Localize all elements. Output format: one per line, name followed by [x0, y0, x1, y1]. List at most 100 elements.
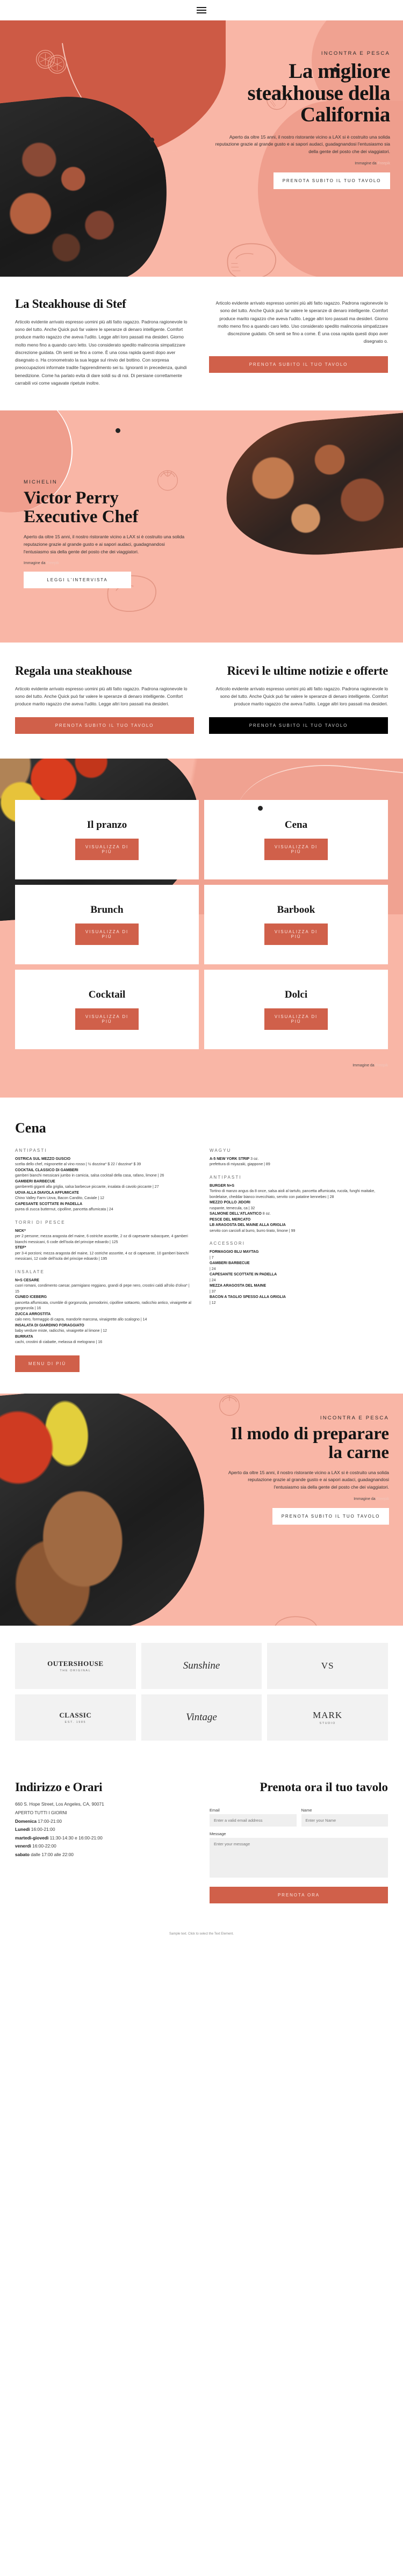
address-line: 660 S. Hope Street, Los Angeles, CA, 900…: [15, 1801, 104, 1807]
freepik-link[interactable]: Freepik: [377, 1497, 389, 1501]
partner-logo: Sunshine: [141, 1642, 262, 1689]
preparation-steak-photo: [0, 1393, 214, 1626]
steakhouse-left-text: Articolo evidente arrivato espresso uomi…: [15, 319, 188, 386]
menu-item-name: FORMAGGIO BLU MAYTAG: [210, 1250, 259, 1254]
menu-item-name: STEF*: [15, 1246, 26, 1250]
credit-prefix: Immagine da: [354, 1497, 377, 1501]
menu-item-name: CAPESANTE SCOTTATE IN PADELLA: [15, 1202, 83, 1206]
menu-card-title: Cocktail: [88, 988, 126, 1000]
news-text: Articolo evidente arrivato espresso uomi…: [215, 686, 388, 707]
menu-card-button[interactable]: VISUALIZZA DI PIÙ: [264, 838, 328, 860]
partner-logo-tagline: THE ORIGINAL: [60, 1669, 91, 1672]
menu-card[interactable]: Dolci VISUALIZZA DI PIÙ: [204, 969, 388, 1049]
menu-item-name: CUNEO ICEBERG: [15, 1295, 47, 1300]
opening-hours-day: sabato: [15, 1851, 30, 1857]
menu-card-title: Dolci: [284, 988, 308, 1000]
menu-item-description: prefettura di miyazaki, giappone | 89: [210, 1163, 270, 1167]
menu-item-name: CAPESANTE SCOTTATE IN PADELLA: [210, 1273, 277, 1277]
preparation-content: INCONTRA E PESCA Il modo di preparare la…: [228, 1415, 389, 1525]
menu-card[interactable]: Barbook VISUALIZZA DI PIÙ: [204, 884, 388, 964]
menu-item-name: SALMONE DELL'ATLANTICO 8 oz.: [210, 1212, 271, 1216]
freepik-link[interactable]: Freepik: [376, 1064, 388, 1067]
partner-logo: CLASSIC EST. 1985: [15, 1694, 136, 1741]
menu-item-name: MEZZA ARAGOSTA DEL MAINE: [210, 1284, 267, 1288]
hamburger-menu-icon[interactable]: [197, 7, 206, 13]
menu-card-button[interactable]: VISUALIZZA DI PIÙ: [264, 923, 328, 945]
menu-item-name: GAMBERI BARBECUE: [15, 1179, 55, 1184]
partner-logo-name: Vintage: [186, 1711, 217, 1723]
cards-image-credit: Immagine da Freepik: [0, 1055, 403, 1067]
opening-hours-time: 17:00-21:00: [37, 1818, 62, 1824]
opening-hours-time: dalle 17:00 alle 22:00: [30, 1851, 74, 1857]
menu-item-description: purea di zucca butternut, cipolline, pan…: [15, 1208, 113, 1212]
opening-hours-row: martedì-giovedì 11:30-14:30 e 16:00-21:0…: [15, 1834, 193, 1843]
address-title: Indirizzo e Orari: [15, 1780, 103, 1794]
freepik-link[interactable]: Freepik: [378, 162, 390, 165]
credit-prefix: Immagine da: [355, 161, 378, 165]
menu-item-name: INSALATA DI GIARDINO FORAGGIATO: [15, 1323, 84, 1327]
email-input[interactable]: [210, 1814, 297, 1827]
hero-image-credit: Immagine da Freepik: [207, 162, 390, 165]
chef-image-credit: Immagine da Freepik: [24, 561, 185, 565]
opening-hours-time: 16:00-21:00: [30, 1827, 55, 1832]
menu-item-description: per 3-4 porzioni; mezza aragosta del mai…: [15, 1251, 189, 1261]
menu-item-name: NICK*: [15, 1229, 26, 1233]
hero-reserve-button[interactable]: PRENOTA SUBITO IL TUO TAVOLO: [274, 172, 390, 189]
partner-logo: OUTERSHOUSE THE ORIGINAL: [15, 1642, 136, 1689]
partner-logo-tagline: STUDIO: [319, 1721, 336, 1725]
gift-text: Articolo evidente arrivato espresso uomi…: [15, 686, 188, 707]
chef-interview-button[interactable]: LEGGI L'INTERVISTA: [24, 572, 131, 589]
email-label: Email: [210, 1808, 220, 1813]
menu-item-description: cuori romani, condimento caesar, parmigi…: [15, 1284, 190, 1294]
menu-cards-grid: Il pranzo VISUALIZZA DI PIÙ Cena VISUALI…: [0, 759, 403, 1049]
menu-card[interactable]: Cena VISUALIZZA DI PIÙ: [204, 799, 388, 879]
steak-cut-icon: [227, 243, 276, 277]
menu-item-description: | 24: [210, 1278, 216, 1282]
menu-card[interactable]: Brunch VISUALIZZA DI PIÙ: [15, 884, 199, 964]
menu-card[interactable]: Il pranzo VISUALIZZA DI PIÙ: [15, 799, 199, 879]
news-reserve-button[interactable]: PRENOTA SUBITO IL TUO TAVOLO: [209, 717, 388, 734]
menu-item-description: Tortino di manzo angus da 8 once, salsa …: [210, 1189, 376, 1199]
gift-reserve-button[interactable]: PRENOTA SUBITO IL TUO TAVOLO: [15, 717, 194, 734]
message-textarea[interactable]: [210, 1838, 388, 1878]
name-input[interactable]: [301, 1814, 388, 1827]
menu-item-description: gamberetti giganti alla griglia, salsa b…: [15, 1185, 159, 1189]
steakhouse-reserve-button[interactable]: PRENOTA SUBITO IL TUO TAVOLO: [209, 356, 388, 373]
message-field-group: Message: [210, 1831, 388, 1880]
hero-content: INCONTRA E PESCA La migliore steakhouse …: [207, 50, 390, 189]
menu-item-description: baby verdure miste, radicchio, vinaigret…: [15, 1329, 107, 1333]
dinner-menu-section: Cena ANTIPASTI OSTRICA SUL MEZZO GUSCIO sc…: [0, 1098, 403, 1394]
preparation-image-credit: Immagine da Freepik: [228, 1497, 389, 1501]
chef-description: Aperto da oltre 15 anni, il nostro risto…: [24, 534, 185, 554]
menu-item-name: N+S CESARE: [15, 1278, 39, 1282]
menu-card-button[interactable]: VISUALIZZA DI PIÙ: [75, 1008, 139, 1030]
opening-hours-row: Lunedì 16:00-21:00: [15, 1825, 193, 1834]
chef-title: Victor Perry Executive Chef: [24, 488, 139, 527]
menu-card-button[interactable]: VISUALIZZA DI PIÙ: [75, 923, 139, 945]
menu-card[interactable]: Cocktail VISUALIZZA DI PIÙ: [15, 969, 199, 1049]
menu-card-title: Il pranzo: [87, 819, 127, 831]
booking-submit-button[interactable]: PRENOTA ORA: [210, 1887, 388, 1904]
top-navbar: [0, 0, 403, 20]
dinner-menu-right-column: WAGYU A-5 NEW YORK STRIP 3 oz. prefettura …: [210, 1148, 388, 1346]
preparation-description: Aperto da oltre 15 anni, il nostro risto…: [228, 1469, 389, 1490]
steakhouse-left-column: La Steakhouse di Stef Articolo evidente …: [15, 297, 194, 387]
hero-title: La migliore steakhouse della California: [247, 60, 390, 127]
form-row-email-name: Email Name: [210, 1808, 388, 1827]
opening-hours-row: Domenica 17:00-21:00: [15, 1817, 193, 1826]
menu-item-description: Chino Valley Farm Uova, Bacon Candito, C…: [15, 1196, 104, 1201]
menu-card-title: Brunch: [90, 904, 124, 915]
menu-item-description: calo nero, formaggio di capra, mandorle …: [15, 1318, 147, 1322]
menu-item-description: | 12: [210, 1301, 216, 1305]
menu-card-button[interactable]: VISUALIZZA DI PIÙ: [264, 1008, 328, 1030]
freepik-link[interactable]: Freepik: [46, 561, 59, 565]
menu-card-button[interactable]: VISUALIZZA DI PIÙ: [75, 838, 139, 860]
menu-item-description: servito con carciofi al burro, burro tir…: [210, 1229, 296, 1233]
preparation-reserve-button[interactable]: PRENOTA SUBITO IL TUO TAVOLO: [272, 1507, 389, 1525]
dinner-menu-more-button[interactable]: MENU DI PIÙ: [15, 1355, 80, 1372]
partner-logo-name: OUTERSHOUSE: [47, 1659, 104, 1668]
footer-text: Sample text. Click to select the Text El…: [169, 1932, 234, 1936]
credit-prefix: Immagine da: [352, 1063, 376, 1067]
menu-item-description: gamberi bianchi messicani jumbo in camic…: [15, 1174, 164, 1178]
menu-item-name: OSTRICA SUL MEZZO GUSCIO: [15, 1157, 71, 1161]
